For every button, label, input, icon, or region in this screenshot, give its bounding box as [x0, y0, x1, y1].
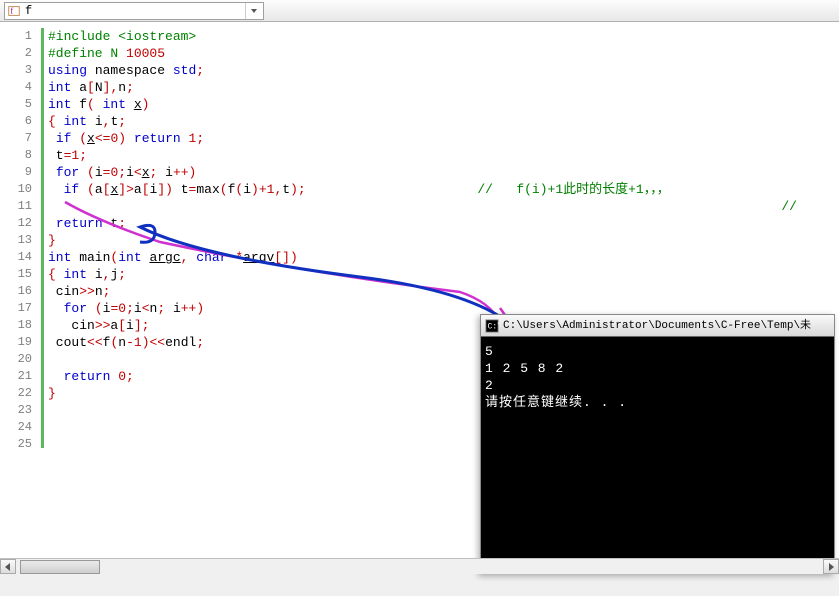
code-line[interactable]: #include <iostream>	[48, 28, 839, 45]
terminal-window[interactable]: C:\ C:\Users\Administrator\Documents\C-F…	[480, 314, 835, 574]
line-number: 11	[0, 198, 40, 215]
line-number: 5	[0, 96, 40, 113]
code-line[interactable]: int main(int argc, char *argv[])	[48, 249, 839, 266]
inline-comment: // f(i)+1此时的长度+1，，，	[477, 182, 669, 197]
code-line[interactable]: if (x<=0) return 1;	[48, 130, 839, 147]
change-marker	[41, 28, 44, 448]
line-number: 2	[0, 45, 40, 62]
code-line[interactable]: t=1;	[48, 147, 839, 164]
scroll-thumb[interactable]	[20, 560, 100, 574]
scroll-left-icon[interactable]	[0, 559, 16, 574]
scroll-track[interactable]	[16, 559, 823, 574]
function-toolbar: f f	[0, 0, 839, 22]
line-number-gutter: 1234567891011121314151617181920212223242…	[0, 22, 40, 574]
terminal-line: 2	[485, 377, 830, 394]
terminal-line: 5	[485, 343, 830, 360]
line-number: 17	[0, 300, 40, 317]
code-line[interactable]: for (i=0;i<x; i++)	[48, 164, 839, 181]
line-number: 25	[0, 436, 40, 453]
code-line[interactable]: if (a[x]>a[i]) t=max(f(i)+1,t); // f(i)+…	[48, 181, 839, 198]
line-number: 10	[0, 181, 40, 198]
code-line[interactable]: return t;	[48, 215, 839, 232]
code-line[interactable]: #define N 10005	[48, 45, 839, 62]
line-number: 13	[0, 232, 40, 249]
code-line[interactable]: using namespace std;	[48, 62, 839, 79]
line-number: 12	[0, 215, 40, 232]
line-number: 7	[0, 130, 40, 147]
line-number: 1	[0, 28, 40, 45]
line-number: 19	[0, 334, 40, 351]
terminal-body: 5 1 2 5 8 2 2 请按任意键继续. . .	[481, 337, 834, 417]
code-line[interactable]: int f( int x)	[48, 96, 839, 113]
terminal-line: 请按任意键继续. . .	[485, 394, 830, 411]
function-icon: f	[7, 4, 21, 18]
scroll-right-icon[interactable]	[823, 559, 839, 574]
terminal-title: C:\Users\Administrator\Documents\C-Free\…	[503, 315, 811, 337]
code-line[interactable]: { int i,t;	[48, 113, 839, 130]
code-editor[interactable]: 1234567891011121314151617181920212223242…	[0, 22, 839, 574]
code-line[interactable]: cin>>n;	[48, 283, 839, 300]
svg-text:f: f	[11, 6, 14, 15]
code-line[interactable]: }	[48, 232, 839, 249]
function-selector[interactable]: f f	[4, 2, 264, 20]
terminal-line: 1 2 5 8 2	[485, 360, 830, 377]
line-number: 23	[0, 402, 40, 419]
line-number: 22	[0, 385, 40, 402]
line-number: 4	[0, 79, 40, 96]
line-number: 20	[0, 351, 40, 368]
line-number: 24	[0, 419, 40, 436]
horizontal-scrollbar[interactable]	[0, 558, 839, 574]
line-number: 21	[0, 368, 40, 385]
code-line[interactable]: { int i,j;	[48, 266, 839, 283]
code-line[interactable]: //	[48, 198, 839, 215]
code-line[interactable]: int a[N],n;	[48, 79, 839, 96]
terminal-titlebar[interactable]: C:\ C:\Users\Administrator\Documents\C-F…	[481, 315, 834, 337]
chevron-down-icon[interactable]	[245, 3, 261, 19]
line-number: 14	[0, 249, 40, 266]
svg-text:C:\: C:\	[488, 322, 499, 331]
line-number: 18	[0, 317, 40, 334]
line-number: 16	[0, 283, 40, 300]
line-number: 15	[0, 266, 40, 283]
line-number: 6	[0, 113, 40, 130]
line-number: 3	[0, 62, 40, 79]
line-number: 9	[0, 164, 40, 181]
function-name: f	[23, 4, 245, 18]
terminal-icon: C:\	[485, 319, 499, 333]
line-number: 8	[0, 147, 40, 164]
